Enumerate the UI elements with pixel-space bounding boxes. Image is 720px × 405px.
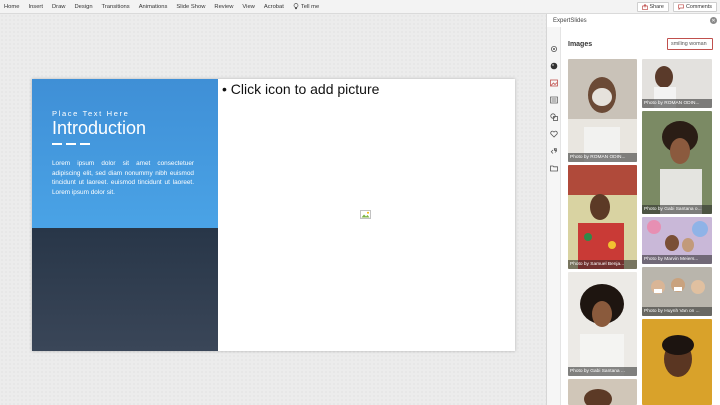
- ribbon-tab-animations[interactable]: Animations: [139, 4, 168, 10]
- slide-title[interactable]: Introduction: [52, 118, 146, 139]
- image-search-input[interactable]: [667, 38, 713, 50]
- share-button[interactable]: Share: [636, 2, 669, 12]
- comments-label: Comments: [685, 4, 712, 10]
- insert-picture-icon[interactable]: [360, 210, 371, 219]
- tell-me-label: Tell me: [300, 3, 320, 10]
- slide-body-text[interactable]: Lorem ipsum dolor sit amet consectetuer …: [52, 159, 194, 197]
- ribbon-tab-transitions[interactable]: Transitions: [102, 4, 130, 10]
- pane-header: ExpertSlides: [547, 14, 720, 27]
- list-icon[interactable]: [550, 96, 558, 104]
- photo-woman-face-mask: [568, 59, 637, 162]
- ribbon-menu: Home Insert Draw Design Transitions Animation…: [0, 4, 293, 10]
- image-thumbnail[interactable]: Photo by Gabi Santana ...: [568, 272, 637, 376]
- image-caption: Photo by Huynh Van on ...: [642, 307, 712, 316]
- ribbon-tab-design[interactable]: Design: [75, 4, 93, 10]
- ribbon-tab-insert[interactable]: Insert: [28, 4, 43, 10]
- ribbon-tab-draw[interactable]: Draw: [52, 4, 66, 10]
- ribbon-tab-view[interactable]: View: [242, 4, 254, 10]
- photo-woman-afro: [568, 272, 637, 376]
- share-label: Share: [649, 4, 664, 10]
- dash: [52, 143, 62, 146]
- image-thumbnail[interactable]: Photo by Marvin Meiers...: [642, 217, 712, 264]
- expertslides-pane: ExpertSlides ✕ Images Photo by ROMAN ODI…: [546, 14, 720, 405]
- lightbulb-icon: [293, 3, 299, 10]
- image-icon[interactable]: [550, 79, 558, 87]
- photo-woman-yellow-background: [642, 319, 712, 405]
- shapes-icon[interactable]: [550, 113, 558, 121]
- picture-placeholder-text[interactable]: • Click icon to add picture: [222, 81, 379, 97]
- comments-button[interactable]: Comments: [672, 2, 717, 12]
- ribbon-tab-acrobat[interactable]: Acrobat: [264, 4, 284, 10]
- image-caption: Photo by Samuel Benja...: [568, 260, 637, 269]
- photo-woman-colorful-dress: [568, 165, 637, 269]
- share-icon: [641, 4, 648, 10]
- comment-icon: [678, 4, 684, 10]
- image-thumbnail[interactable]: Photo by Huynh Van on ...: [642, 267, 712, 316]
- pane-sidebar: [547, 27, 561, 405]
- image-thumbnail[interactable]: Photo by ROMAN ODIN...: [568, 59, 637, 162]
- photo-woman-curly-hair: [642, 111, 712, 214]
- pane-title: ExpertSlides: [553, 17, 587, 24]
- image-caption: Photo by ROMAN ODIN...: [642, 99, 712, 108]
- image-thumbnail[interactable]: [642, 319, 712, 405]
- image-thumbnail[interactable]: Photo by ROMAN ODIN...: [642, 59, 712, 108]
- slide-dark-panel: [32, 228, 218, 351]
- ribbon-tab-slide-show[interactable]: Slide Show: [176, 4, 205, 10]
- slide-accent-panel: [32, 79, 218, 228]
- ribbon-tab-home[interactable]: Home: [4, 4, 19, 10]
- palette-icon[interactable]: [550, 62, 558, 70]
- heart-icon[interactable]: [550, 130, 558, 138]
- image-caption: Photo by ROMAN ODIN...: [568, 153, 637, 162]
- slide-eyebrow[interactable]: Place Text Here: [52, 109, 129, 118]
- slide[interactable]: Place Text Here Introduction Lorem ipsum…: [32, 79, 515, 351]
- image-thumbnail[interactable]: Photo by Gabi Santana o...: [642, 111, 712, 214]
- close-icon: ✕: [711, 17, 716, 24]
- ribbon-tab-review[interactable]: Review: [214, 4, 233, 10]
- image-thumbnail[interactable]: [568, 379, 637, 405]
- folder-icon[interactable]: [550, 164, 558, 172]
- link-icon[interactable]: [550, 147, 558, 155]
- photo-woman-partial: [568, 379, 637, 405]
- dash: [66, 143, 76, 146]
- dash: [80, 143, 90, 146]
- image-caption: Photo by Gabi Santana o...: [642, 205, 712, 214]
- image-thumbnail[interactable]: Photo by Samuel Benja...: [568, 165, 637, 269]
- tell-me[interactable]: Tell me: [293, 3, 319, 10]
- gear-icon[interactable]: [550, 45, 558, 53]
- images-section-title: Images: [568, 41, 593, 48]
- ribbon: Home Insert Draw Design Transitions Animation…: [0, 0, 720, 14]
- image-caption: Photo by Gabi Santana ...: [568, 367, 637, 376]
- image-caption: Photo by Marvin Meiers...: [642, 255, 712, 264]
- close-pane-button[interactable]: ✕: [710, 17, 717, 24]
- title-dashes: [52, 143, 90, 146]
